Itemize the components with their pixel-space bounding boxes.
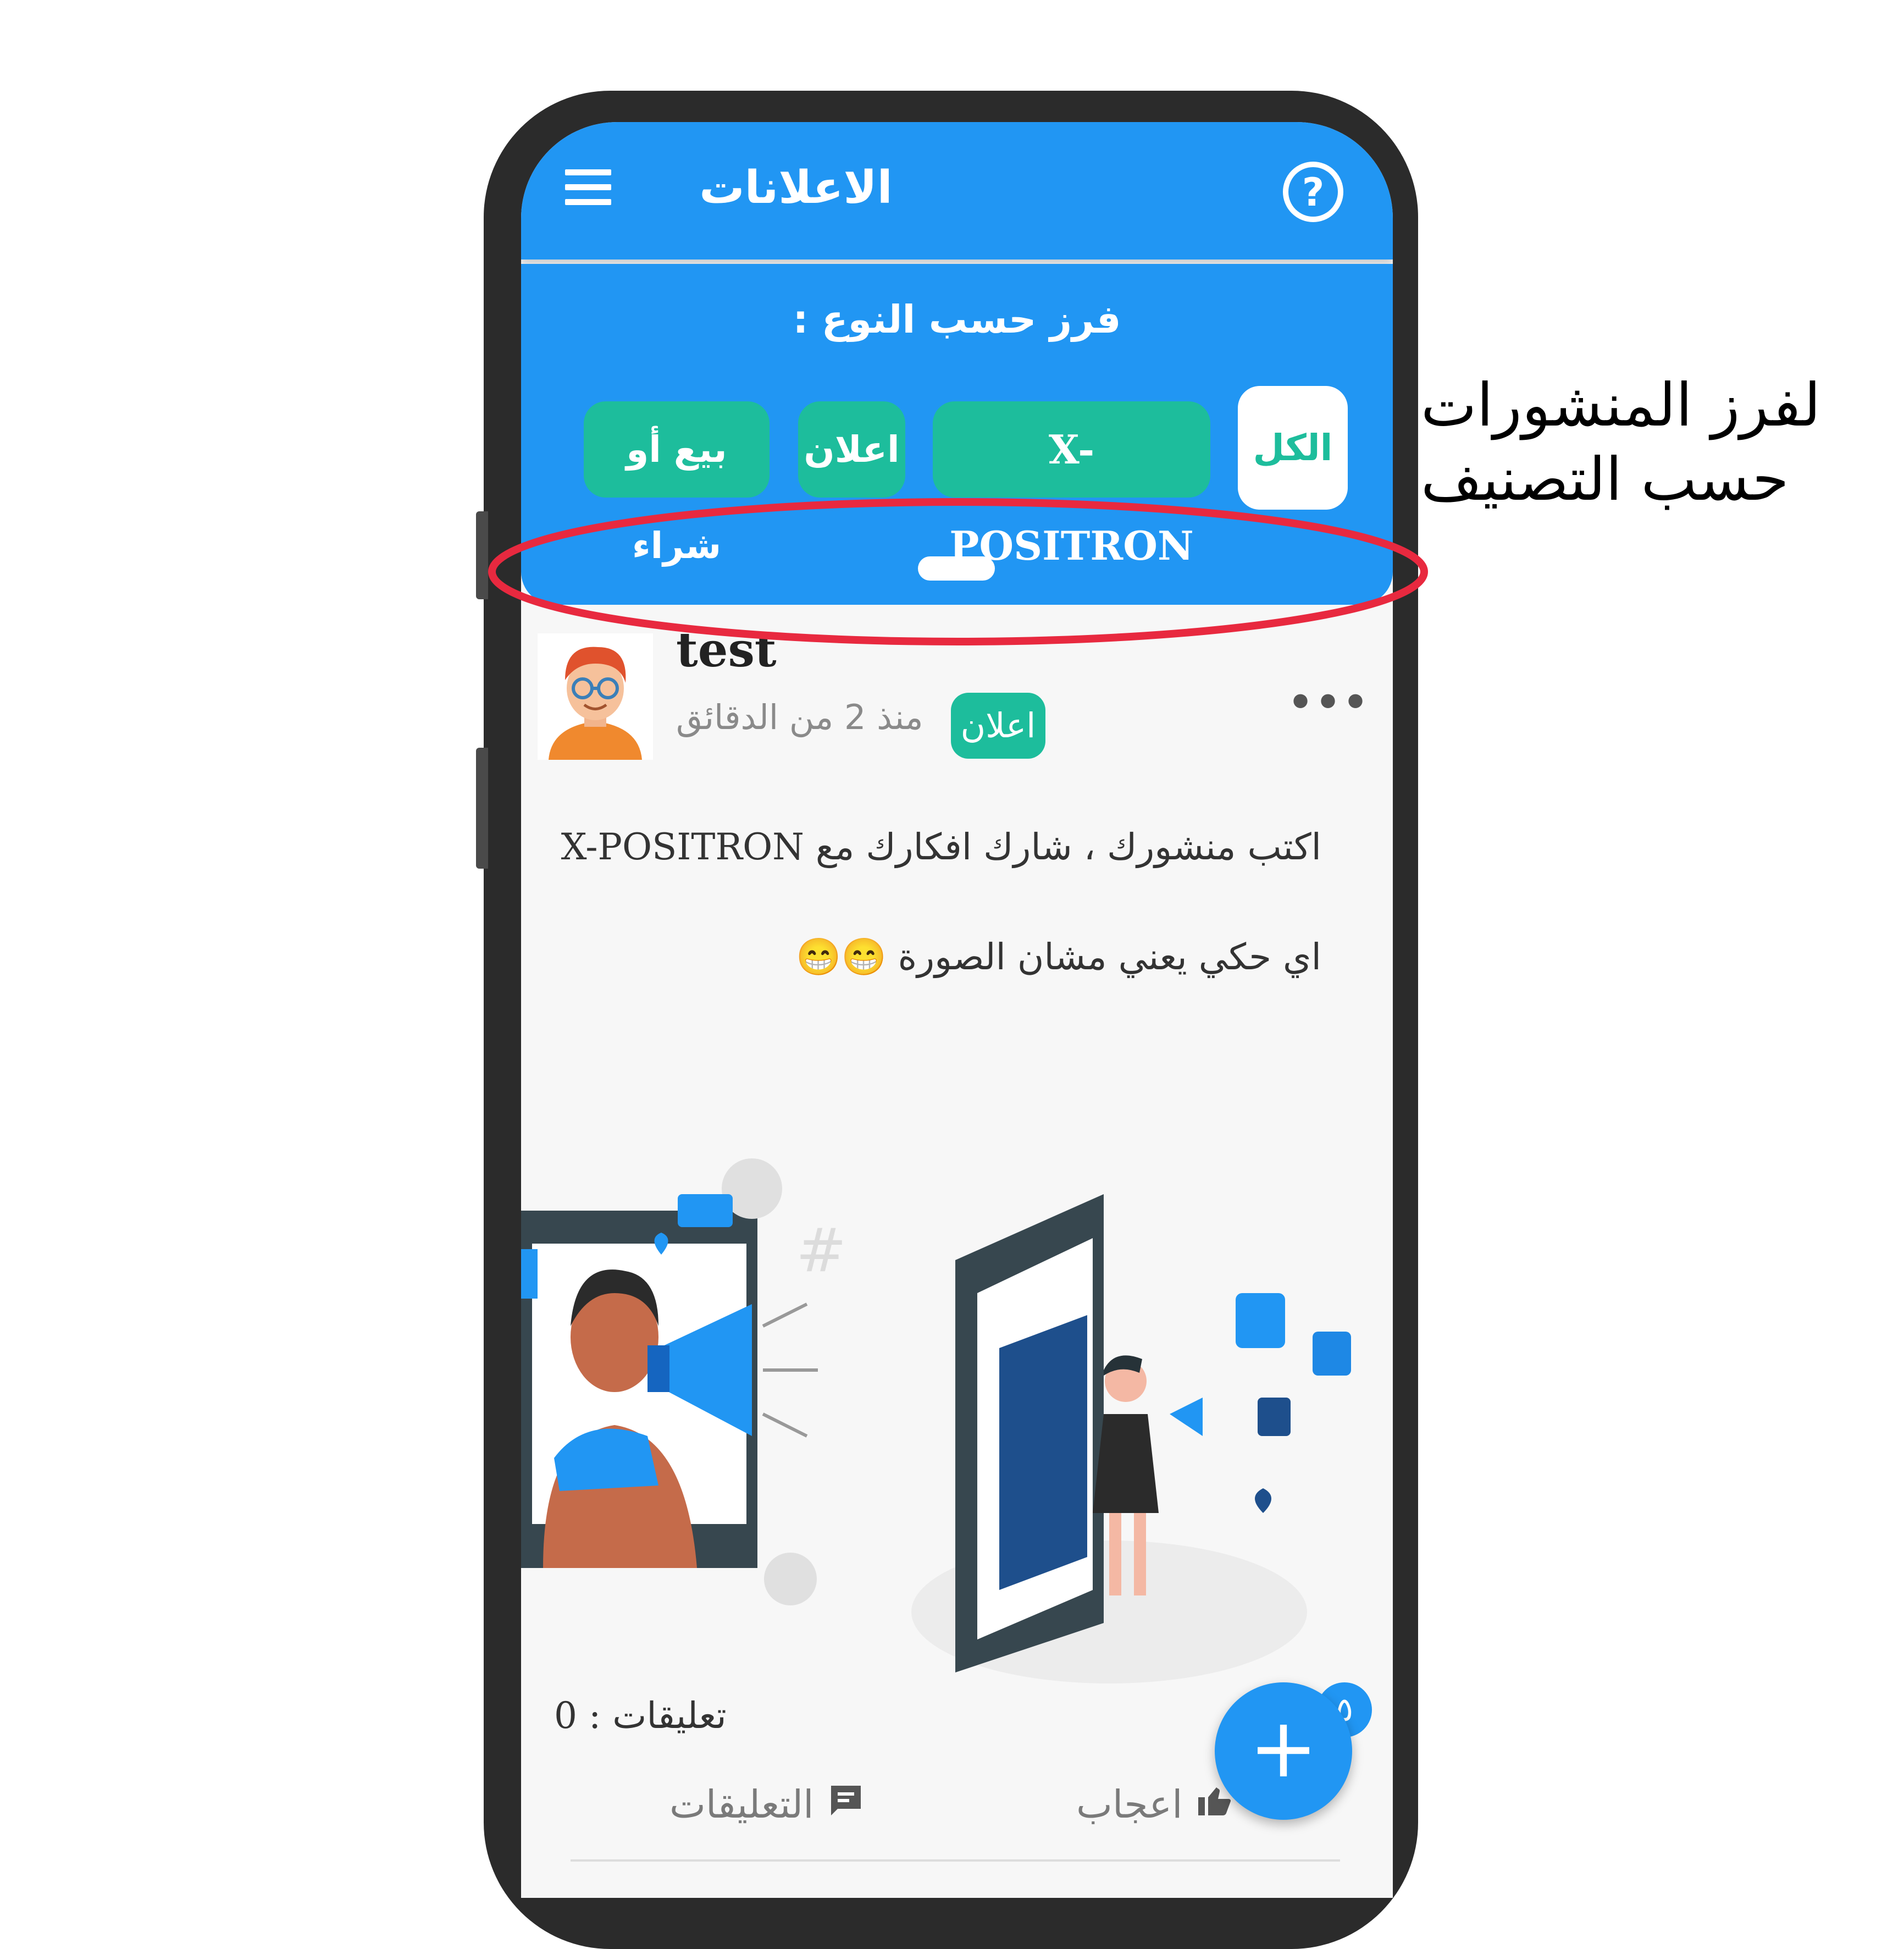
more-options-icon[interactable]: ••• <box>1288 682 1368 722</box>
post-timestamp: منذ 2 من الدقائق <box>676 697 923 737</box>
filter-panel: فرز حسب النوع : الكل X-POSITRON اعلان بي… <box>521 264 1393 605</box>
comments-button-label: التعليقات <box>669 1782 814 1827</box>
annotation-text: لفرز المنشورات حسب التصنيف <box>1421 368 1861 517</box>
like-button-label: اعجاب <box>1076 1782 1183 1827</box>
question-circle-icon[interactable]: ? <box>1283 162 1343 222</box>
post-text-line-1: اكتب منشورك ، شارك افكارك مع X-POSITRON <box>561 826 1321 868</box>
filter-chip-buy-sell[interactable]: بيع أو شراء <box>584 401 770 567</box>
comments-button[interactable]: التعليقات <box>669 1777 866 1832</box>
annotation-line-2: حسب التصنيف <box>1421 445 1789 514</box>
annotation-line-1: لفرز المنشورات <box>1421 371 1821 440</box>
post-text-line-2: اي حكي يعني مشان الصورة 😁😁 <box>796 936 1321 978</box>
drag-handle[interactable] <box>918 556 995 581</box>
phone-volume-button <box>476 511 488 599</box>
filter-chips: الكل X-POSITRON اعلان بيع أو شراء <box>566 386 1348 569</box>
post-category-badge: اعلان <box>951 693 1045 759</box>
avatar[interactable] <box>538 633 653 760</box>
add-post-button[interactable]: + <box>1215 1682 1352 1820</box>
filter-chip-ad[interactable]: اعلان <box>798 401 905 498</box>
comment-icon <box>826 1780 866 1835</box>
filter-chip-all[interactable]: الكل <box>1238 386 1348 510</box>
page-title: الاعلانات <box>699 162 893 214</box>
like-button[interactable]: اعجاب <box>1076 1777 1235 1832</box>
filter-chip-xpositron[interactable]: X-POSITRON <box>933 401 1210 569</box>
phone-power-button <box>476 748 488 869</box>
svg-text:#: # <box>796 1215 846 1285</box>
app-screen: الاعلانات ? فرز حسب النوع : الكل X-POSIT… <box>521 122 1393 1898</box>
filter-title: فرز حسب النوع : <box>793 297 1121 342</box>
post-image[interactable]: # <box>521 1128 1393 1733</box>
divider <box>571 1859 1340 1862</box>
app-bar: الاعلانات ? <box>521 122 1393 260</box>
hamburger-menu-icon[interactable] <box>565 169 611 205</box>
post-author[interactable]: test <box>676 622 777 678</box>
comments-count: تعليقات : 0 <box>554 1694 727 1737</box>
